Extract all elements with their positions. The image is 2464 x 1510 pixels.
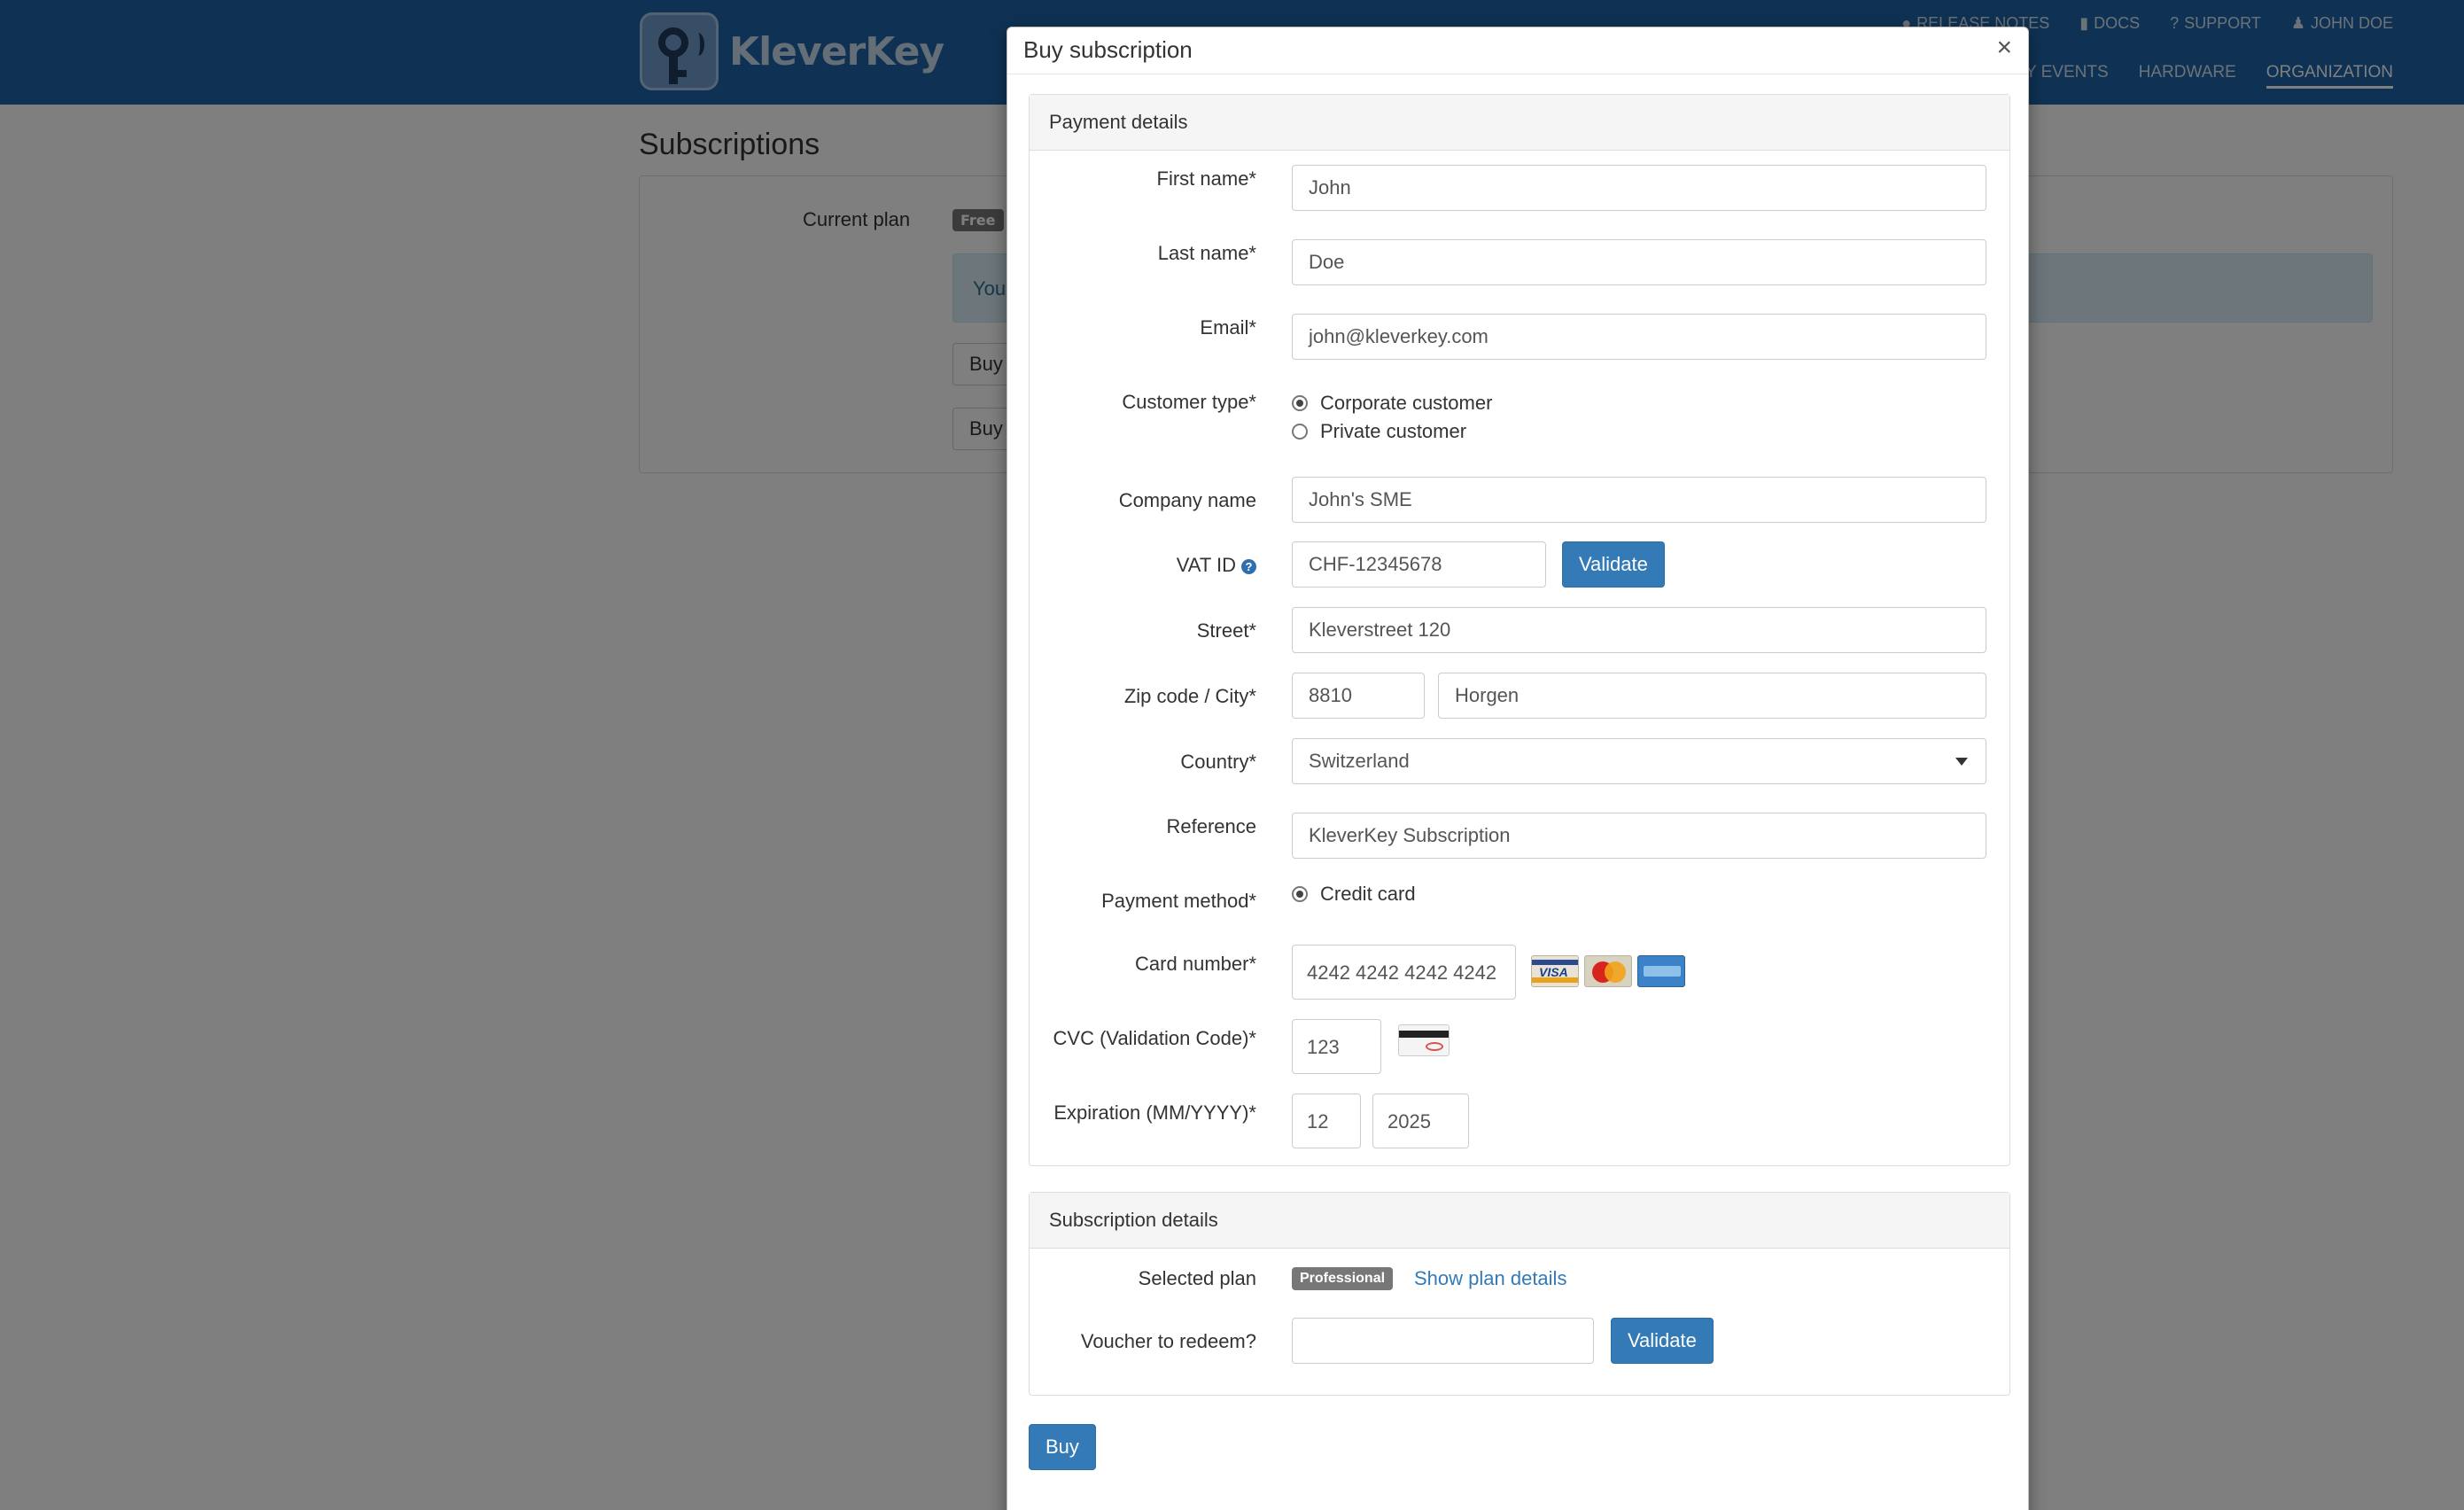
zip-city-label: Zip code / City* [1123,685,1256,707]
radio-unselected-icon [1292,424,1308,440]
selected-plan-badge: Professional [1292,1267,1394,1290]
subscription-details-heading: Subscription details [1030,1193,2009,1249]
close-icon[interactable]: × [1996,33,2012,63]
card-back-cvc-icon [1398,1024,1450,1056]
first-name-label: First name* [1156,167,1256,190]
card-number-label: Card number* [1135,953,1256,975]
payment-details-heading: Payment details [1030,95,2009,151]
private-customer-label: Private customer [1320,420,1467,442]
modal-title: Buy subscription [1023,36,1193,63]
cvc-label: CVC (Validation Code)* [1053,1027,1256,1049]
caret-down-icon [1955,758,1968,766]
company-name-label: Company name [1118,489,1256,511]
street-input[interactable]: Kleverstreet 120 [1292,607,1986,653]
question-circle-icon[interactable]: ? [1241,559,1256,574]
reference-label: Reference [1166,815,1256,837]
country-select[interactable]: Switzerland [1292,738,1986,784]
amex-icon [1637,955,1685,987]
country-select-value: Switzerland [1309,750,1410,772]
private-customer-radio[interactable]: Private customer [1292,420,1466,443]
customer-type-label: Customer type* [1122,391,1256,413]
buy-button[interactable]: Buy [1029,1424,1096,1470]
city-input[interactable]: Horgen [1438,673,1986,719]
company-name-input[interactable]: John's SME [1292,477,1986,523]
last-name-input[interactable]: Doe [1292,239,1986,285]
country-label: Country* [1180,751,1256,773]
voucher-label: Voucher to redeem? [1080,1330,1256,1352]
mastercard-icon [1584,955,1632,987]
email-label: Email* [1200,316,1256,339]
modal-header: Buy subscription × [1007,27,2028,74]
visa-icon: VISA [1531,955,1579,987]
radio-selected-icon [1292,395,1308,411]
vat-validate-button[interactable]: Validate [1562,541,1665,588]
buy-subscription-modal: Buy subscription × Payment details First… [1007,27,2029,1510]
selected-plan-label: Selected plan [1138,1267,1256,1289]
expiration-label: Expiration (MM/YYYY)* [1053,1101,1256,1124]
credit-card-radio[interactable]: Credit card [1292,883,1416,906]
show-plan-details-link[interactable]: Show plan details [1414,1267,1566,1290]
zip-code-input[interactable]: 8810 [1292,673,1425,719]
cvc-input[interactable]: 123 [1292,1019,1381,1074]
card-number-input[interactable]: 4242 4242 4242 4242 [1292,945,1516,1000]
corporate-customer-radio[interactable]: Corporate customer [1292,392,1492,415]
expiration-year-input[interactable]: 2025 [1372,1094,1469,1148]
street-label: Street* [1196,619,1256,642]
vat-id-input[interactable]: CHF-12345678 [1292,541,1546,588]
credit-card-label: Credit card [1320,883,1416,905]
voucher-validate-button[interactable]: Validate [1611,1318,1714,1364]
expiration-month-input[interactable]: 12 [1292,1094,1361,1148]
payment-method-label: Payment method* [1101,890,1256,912]
corporate-customer-label: Corporate customer [1320,392,1493,414]
voucher-input[interactable] [1292,1318,1594,1364]
vat-id-label: VAT ID? [1177,554,1256,577]
first-name-input[interactable]: John [1292,165,1986,211]
radio-selected-icon [1292,886,1308,902]
subscription-details-section: Subscription details Selected plan Profe… [1029,1192,2010,1396]
payment-details-section: Payment details First name* John Last na… [1029,94,2010,1166]
last-name-label: Last name* [1157,242,1256,264]
email-input[interactable]: john@kleverkey.com [1292,314,1986,360]
reference-input[interactable]: KleverKey Subscription [1292,813,1986,859]
vat-id-label-text: VAT ID [1176,554,1236,576]
